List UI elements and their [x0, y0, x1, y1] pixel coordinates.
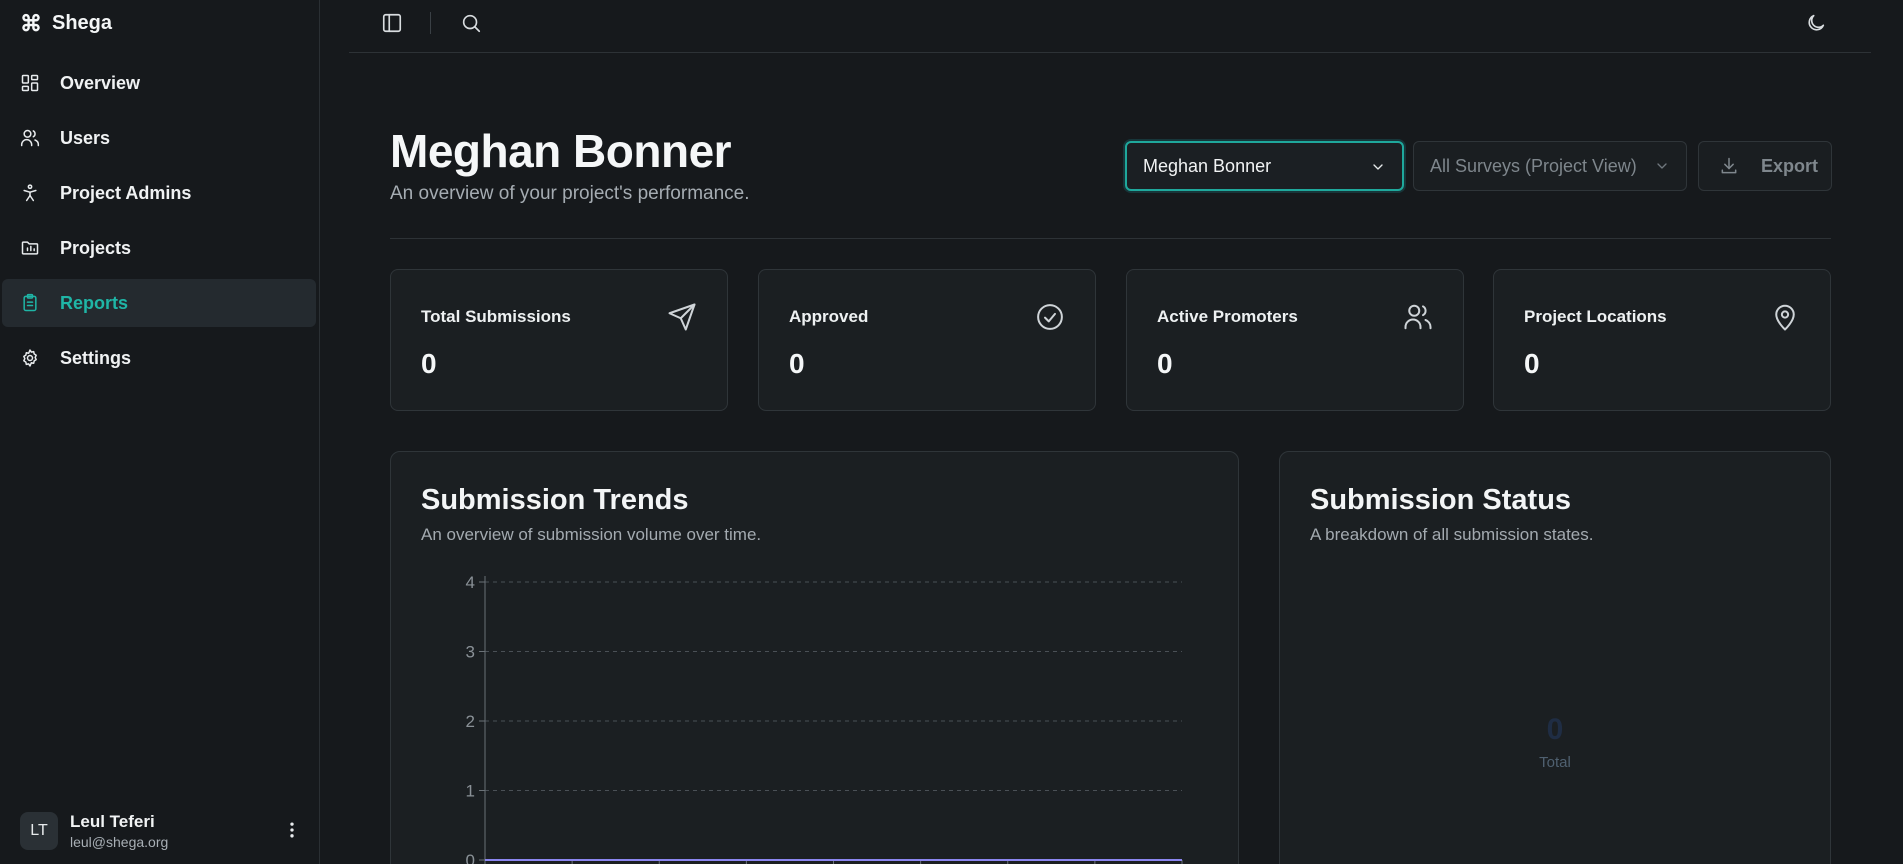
sidebar-item-projects[interactable]: Projects: [2, 224, 316, 272]
panel-title: Submission Status: [1310, 484, 1572, 516]
brand[interactable]: ⌘ Shega: [20, 12, 112, 35]
command-icon: ⌘: [20, 10, 42, 36]
user-name: Leul Teferi: [70, 812, 155, 831]
promoter-select-value: Meghan Bonner: [1143, 155, 1272, 176]
stat-value: 0: [1524, 348, 1540, 379]
page-subtitle: An overview of your project's performanc…: [390, 183, 750, 204]
user-email: leul@shega.org: [70, 834, 169, 850]
moon-icon[interactable]: [1805, 12, 1827, 34]
stat-card-project-locations: Project Locations 0: [1493, 269, 1831, 411]
export-label: Export: [1761, 155, 1819, 176]
stat-value: 0: [789, 348, 805, 379]
sidebar-item-label: Users: [60, 127, 111, 148]
y-tick-label: 2: [466, 712, 475, 731]
map-pin-icon: [1775, 304, 1795, 331]
stat-label: Project Locations: [1524, 307, 1667, 326]
users-icon: [1404, 304, 1432, 330]
stat-card-total-submissions: Total Submissions 0: [390, 269, 728, 411]
export-button[interactable]: Export: [1698, 141, 1832, 191]
folder-icon: [21, 241, 39, 255]
page-title: Meghan Bonner: [390, 125, 732, 177]
sidebar-item-overview[interactable]: Overview: [2, 59, 316, 107]
stat-label: Total Submissions: [421, 307, 571, 326]
y-tick-label: 3: [466, 643, 475, 662]
stat-value: 0: [1157, 348, 1173, 379]
person-icon: [23, 184, 37, 202]
gear-icon: [23, 349, 37, 367]
y-tick-label: 4: [466, 573, 475, 592]
search-icon[interactable]: [460, 12, 482, 34]
clipboard-icon: [23, 293, 37, 312]
sidebar-item-reports[interactable]: Reports: [2, 279, 316, 327]
brand-name: Shega: [52, 12, 113, 34]
app-root: ⌘ Shega Overview Users Project Admins Pr…: [0, 0, 1903, 864]
sidebar-item-label: Settings: [60, 347, 132, 368]
sidebar-toggle-icon[interactable]: [381, 12, 403, 34]
download-icon: [1721, 157, 1737, 174]
chevron-down-icon: [1373, 164, 1383, 170]
survey-select-value: All Surveys (Project View): [1430, 155, 1637, 176]
sidebar-item-label: Reports: [60, 292, 129, 313]
donut-total-value: 0: [1546, 713, 1564, 746]
check-circle-icon: [1037, 304, 1063, 330]
panel-subtitle: A breakdown of all submission states.: [1310, 525, 1594, 544]
sidebar: ⌘ Shega Overview Users Project Admins Pr…: [0, 0, 320, 864]
more-vertical-icon[interactable]: [282, 820, 302, 840]
y-tick-label: 1: [466, 782, 475, 801]
sidebar-item-project-admins[interactable]: Project Admins: [2, 169, 316, 217]
submission-trends-panel: Submission Trends An overview of submiss…: [390, 451, 1239, 864]
stat-label: Active Promoters: [1157, 307, 1298, 326]
y-tick-label: 0: [466, 851, 475, 864]
avatar: LT: [20, 812, 58, 850]
user-meta: Leul Teferi leul@shega.org: [70, 812, 168, 850]
chevron-down-icon: [1657, 163, 1667, 169]
survey-select[interactable]: All Surveys (Project View): [1413, 141, 1687, 191]
stat-label: Approved: [789, 307, 869, 326]
donut-total-label: Total: [1539, 754, 1571, 771]
user-menu[interactable]: LT Leul Teferi leul@shega.org: [20, 810, 302, 852]
sidebar-nav: Overview Users Project Admins Projects R…: [0, 52, 320, 382]
grid-icon: [21, 74, 39, 92]
topbar-divider: [430, 12, 431, 34]
stat-card-active-promoters: Active Promoters 0: [1126, 269, 1464, 411]
topbar: [349, 0, 1871, 53]
sidebar-item-label: Projects: [60, 237, 132, 258]
stat-card-approved: Approved 0: [758, 269, 1096, 411]
sidebar-item-users[interactable]: Users: [2, 114, 316, 162]
submission-trends-chart: 0 1 2 3 4: [466, 573, 1183, 864]
header-divider: [390, 238, 1831, 239]
send-icon: [668, 303, 696, 331]
users-icon: [20, 129, 40, 147]
stat-value: 0: [421, 348, 437, 379]
sidebar-item-settings[interactable]: Settings: [2, 334, 316, 382]
promoter-select[interactable]: Meghan Bonner: [1125, 141, 1404, 191]
submission-status-panel: Submission Status A breakdown of all sub…: [1279, 451, 1831, 864]
sidebar-item-label: Project Admins: [60, 182, 192, 203]
sidebar-item-label: Overview: [60, 72, 141, 93]
